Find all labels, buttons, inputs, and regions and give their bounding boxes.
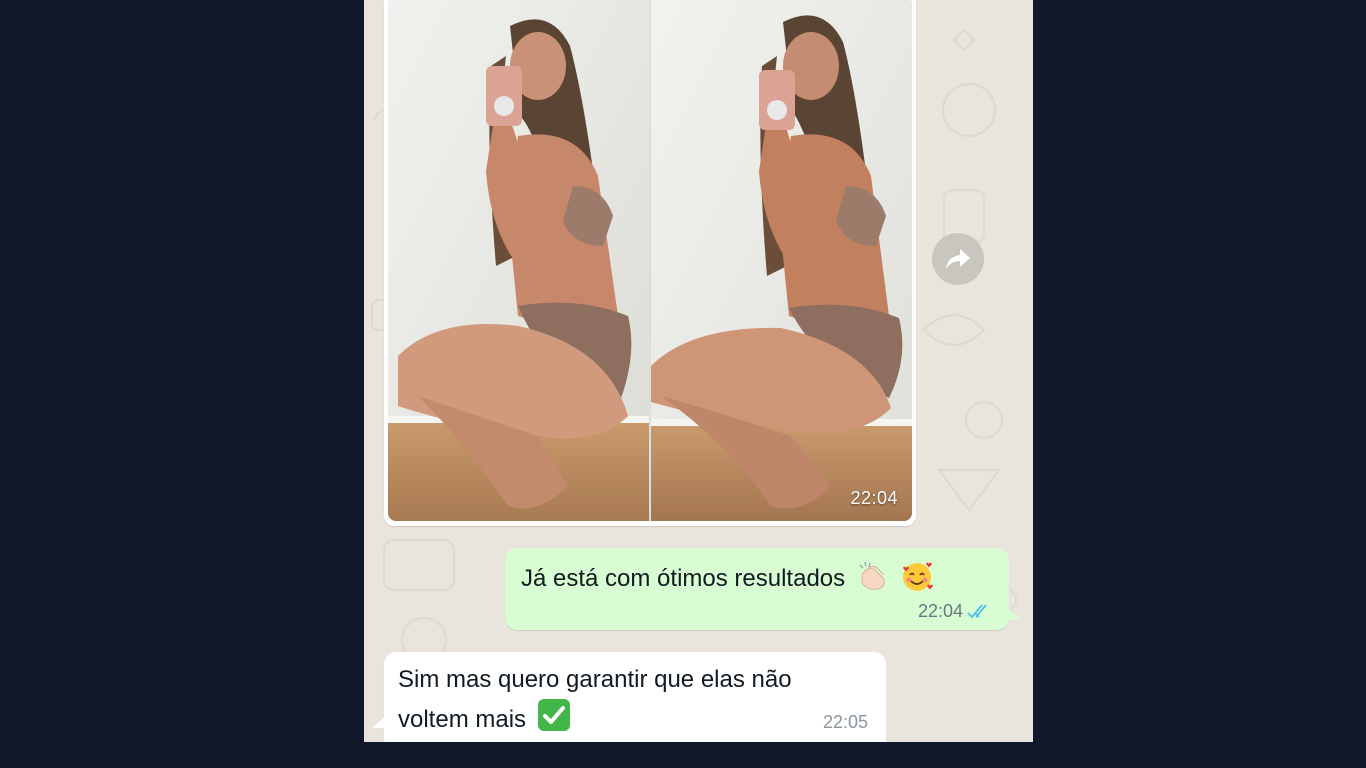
message-meta: 22:04 [918,601,993,622]
message-timestamp: 22:04 [917,601,963,621]
message-text-line: Sim mas quero garantir que elas não [398,666,792,693]
photo-after[interactable]: 22:04 [649,0,912,521]
outgoing-message-bubble[interactable]: Já está com ótimos resultados 22:04 [505,548,1021,630]
message-text-line-2: voltem mais [398,698,858,742]
double-check-read-icon [967,603,987,618]
image-message-bubble[interactable]: 22:04 [384,0,916,526]
page-background: 22:04 Já está com ótimos resultados 22:0… [0,0,1366,768]
message-timestamp: 22:05 [822,712,868,732]
bubble-tail [372,714,388,728]
smiling-face-with-hearts-icon [900,560,934,599]
photo-illustration [388,0,649,521]
clapping-hands-icon [856,561,890,598]
forward-icon [946,249,970,269]
message-text: Já está com ótimos resultados [521,564,846,592]
forward-button[interactable] [932,233,984,285]
photo-collage[interactable]: 22:04 [388,0,912,521]
image-timestamp: 22:04 [850,488,898,508]
incoming-message-bubble[interactable]: Sim mas quero garantir que elas não volt… [372,652,886,742]
photo-illustration [651,0,912,521]
check-mark-button-icon [537,698,571,742]
bubble-tail [1005,606,1021,620]
message-text-row: Já está com ótimos resultados [521,560,934,599]
photo-before[interactable] [388,0,649,521]
message-text-line: voltem mais [398,705,527,733]
chat-panel[interactable]: 22:04 Já está com ótimos resultados 22:0… [364,0,1033,742]
message-text-block: Sim mas quero garantir que elas não volt… [398,662,858,742]
